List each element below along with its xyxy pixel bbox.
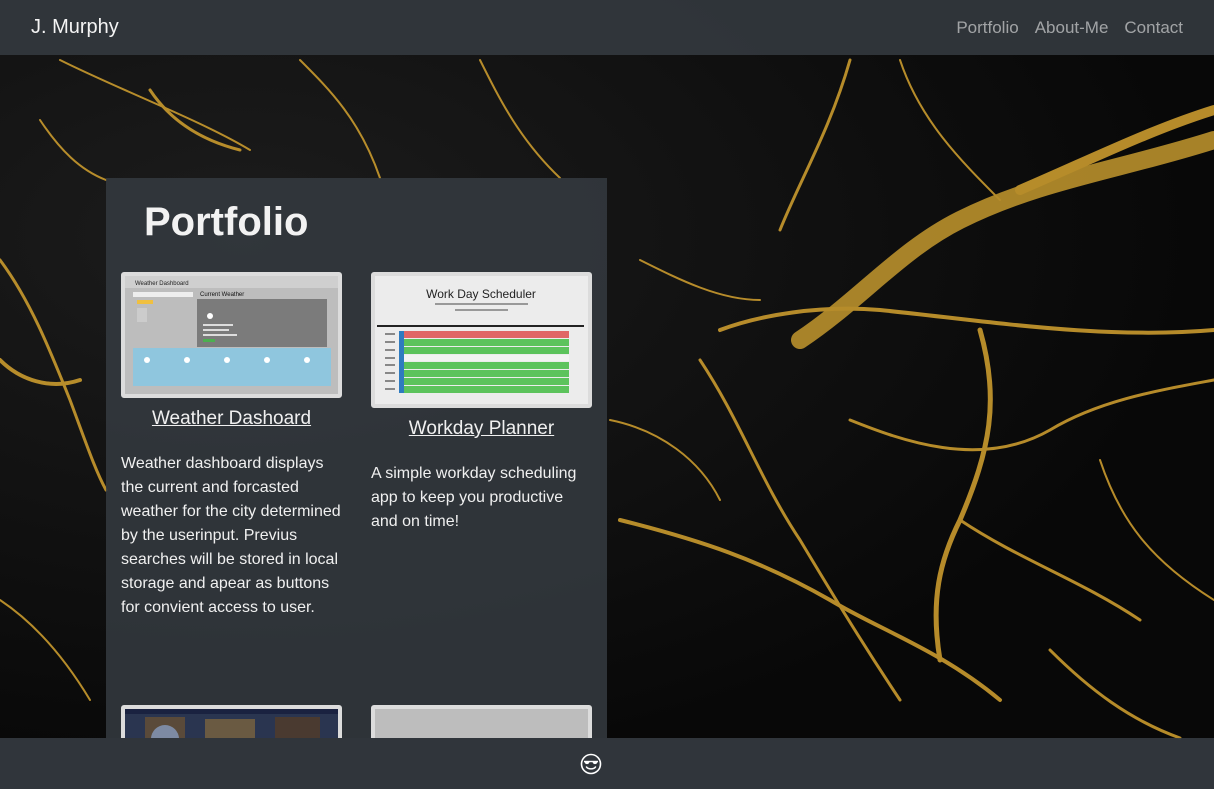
project-thumbnail-4[interactable] [371,705,592,738]
project-description-weather: Weather dashboard displays the current a… [121,455,341,616]
project-thumbnail-planner[interactable]: Work Day Scheduler [371,272,592,408]
thumb-header: Weather Dashboard [135,281,189,287]
nav-links: Portfolio About-Me Contact [956,18,1183,38]
nav-link-contact[interactable]: Contact [1124,18,1183,38]
project-card-planner: Work Day Scheduler Workday Planner A sim… [371,272,592,534]
project-card-weather: Weather Dashboard Current Weather Weathe… [121,272,342,620]
top-navbar: J. Murphy Portfolio About-Me Contact [0,0,1214,55]
nav-link-about-me[interactable]: About-Me [1035,18,1109,38]
workday-planner-screenshot: Work Day Scheduler [375,276,588,404]
thumb-header: Work Day Scheduler [426,287,536,301]
portfolio-panel: Portfolio Weather Dashboard Current Weat… [106,178,607,738]
footer [0,738,1214,789]
brand-link[interactable]: J. Murphy [31,16,119,39]
project-description-planner: A simple workday scheduling app to keep … [371,465,577,530]
thumb-subheader: Current Weather [200,292,244,298]
project-title-weather[interactable]: Weather Dashoard [121,408,342,430]
project-card-4 [371,705,592,738]
sunglasses-smiley-icon [580,753,602,774]
weather-dashboard-screenshot: Weather Dashboard Current Weather [125,276,338,394]
project-card-3 [121,705,342,738]
project-3-screenshot [125,709,338,738]
project-thumbnail-3[interactable] [121,705,342,738]
project-title-planner[interactable]: Workday Planner [371,418,592,440]
nav-link-portfolio[interactable]: Portfolio [956,18,1018,38]
page-title: Portfolio [144,200,309,244]
project-thumbnail-weather[interactable]: Weather Dashboard Current Weather [121,272,342,398]
